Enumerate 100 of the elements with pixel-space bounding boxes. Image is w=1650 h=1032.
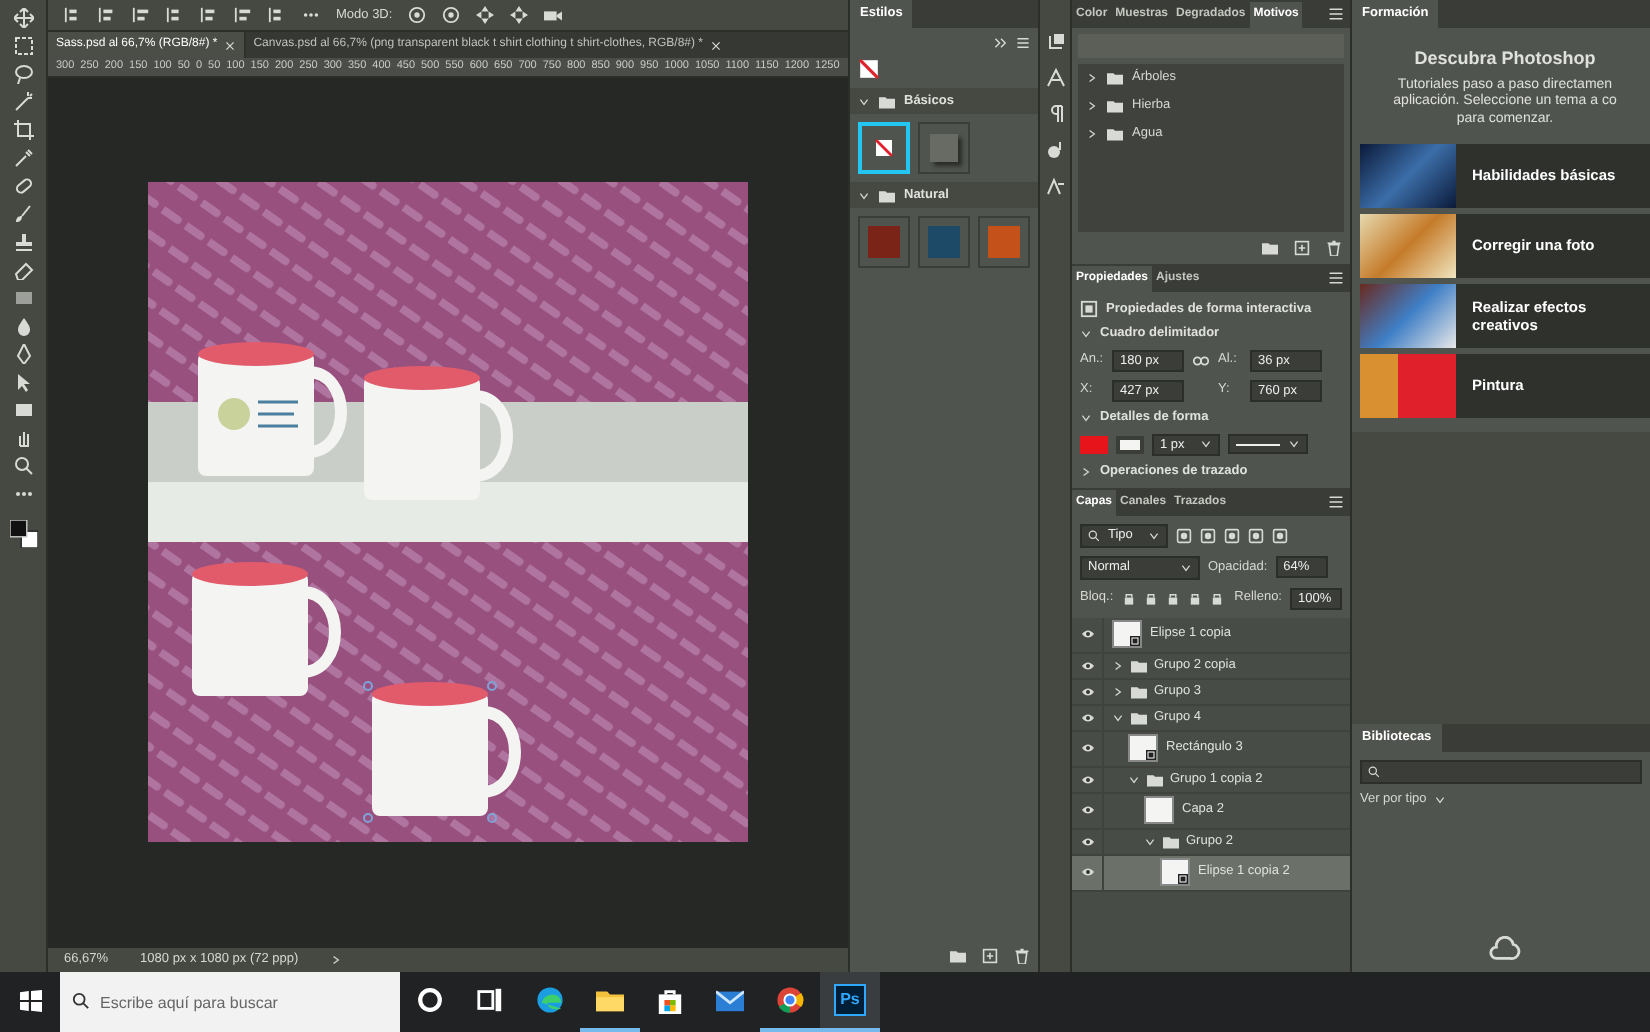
lock-pixels-icon[interactable] — [1121, 591, 1136, 606]
chevron-down-icon[interactable] — [1080, 327, 1092, 340]
new-item-icon[interactable] — [982, 948, 998, 964]
task-view-icon — [476, 986, 504, 1014]
gradient-icon[interactable] — [13, 288, 33, 308]
search-field[interactable]: Escribe aquí para buscar — [60, 972, 400, 1032]
color-swatches-icon[interactable] — [9, 520, 37, 548]
eye-icon[interactable] — [1079, 711, 1095, 724]
cortana-ring-icon — [416, 986, 444, 1014]
align-middle-icon[interactable] — [234, 6, 252, 24]
fill-color-swatch[interactable] — [1080, 435, 1108, 454]
search-icon — [72, 992, 90, 1010]
eye-icon[interactable] — [1079, 866, 1095, 879]
no-style-icon[interactable] — [858, 58, 880, 80]
style-swatch[interactable] — [858, 122, 910, 174]
character-icon[interactable] — [1045, 68, 1065, 88]
panel-menu-icon[interactable] — [1016, 36, 1030, 50]
zoom-icon[interactable] — [13, 456, 33, 476]
path-select-icon[interactable] — [13, 372, 33, 392]
adjustment-filter-icon[interactable] — [1200, 528, 1216, 545]
no-style-icon — [874, 138, 894, 158]
shape-filter-icon[interactable] — [1248, 528, 1264, 545]
type-filter-icon[interactable] — [1224, 528, 1240, 545]
folder-icon[interactable] — [950, 948, 966, 964]
learn-title: Descubra Photoshop — [1412, 48, 1598, 70]
link-icon[interactable] — [1192, 351, 1210, 370]
library-search-field[interactable] — [1360, 760, 1642, 784]
chevron-down-icon[interactable] — [1144, 835, 1156, 848]
trash-icon[interactable] — [1326, 240, 1342, 256]
smart-object-filter-icon[interactable] — [1272, 528, 1288, 545]
chevron-down-icon — [1288, 438, 1301, 451]
close-icon[interactable] — [223, 39, 236, 52]
eye-icon[interactable] — [1079, 835, 1095, 848]
eye-icon[interactable] — [1079, 742, 1095, 755]
eye-icon[interactable] — [1079, 659, 1095, 672]
marquee-icon[interactable] — [13, 36, 33, 56]
chevron-down-icon — [1200, 438, 1213, 451]
style-swatch[interactable] — [918, 216, 970, 268]
camera-icon[interactable] — [544, 6, 563, 24]
chevron-down-icon[interactable] — [858, 189, 870, 201]
paragraph-icon[interactable] — [1045, 104, 1065, 124]
trash-icon[interactable] — [1014, 948, 1030, 964]
text-style-icon[interactable] — [1045, 176, 1065, 196]
shape-badge-icon — [1178, 874, 1188, 885]
edge-logo-icon — [536, 986, 564, 1014]
line-style-dropdown[interactable] — [1228, 434, 1309, 455]
align-right-icon[interactable] — [132, 6, 150, 24]
image-filter-icon[interactable] — [1176, 528, 1192, 545]
panel-menu-icon[interactable] — [1328, 494, 1344, 511]
envelope-icon — [716, 986, 744, 1014]
eye-icon[interactable] — [1079, 773, 1095, 786]
pen-icon[interactable] — [13, 344, 33, 364]
align-center-icon[interactable] — [98, 6, 116, 24]
search-icon — [1088, 530, 1100, 543]
panel-menu-icon[interactable] — [1328, 6, 1344, 22]
stamp-icon[interactable] — [13, 232, 33, 252]
style-swatch[interactable] — [978, 216, 1030, 268]
eye-icon[interactable] — [1079, 628, 1095, 641]
distribute-icon[interactable] — [166, 6, 184, 24]
lock-icon[interactable] — [1209, 591, 1224, 606]
orbit-icon[interactable] — [408, 6, 427, 24]
chevron-down-icon[interactable] — [1080, 411, 1092, 424]
new-item-icon[interactable] — [1294, 240, 1310, 256]
eye-icon[interactable] — [1079, 804, 1095, 817]
chevron-down-icon[interactable] — [858, 95, 870, 107]
chevron-right-icon[interactable] — [1080, 466, 1092, 479]
glyph-icon[interactable] — [1045, 140, 1065, 160]
crop-icon[interactable] — [13, 120, 33, 140]
style-swatch[interactable] — [918, 122, 970, 174]
align-left-icon[interactable] — [64, 6, 82, 24]
hand-icon[interactable] — [13, 428, 33, 448]
align-top-icon[interactable] — [200, 6, 218, 24]
eyedropper-icon[interactable] — [13, 148, 33, 168]
stroke-color-swatch[interactable] — [1116, 435, 1144, 454]
close-icon[interactable] — [709, 39, 721, 52]
folder-icon — [1162, 833, 1180, 850]
lasso-icon[interactable] — [13, 64, 33, 84]
eye-icon[interactable] — [1079, 685, 1095, 698]
search-icon — [1368, 766, 1380, 778]
chevron-right-icon[interactable] — [1086, 100, 1098, 112]
bandage-icon[interactable] — [13, 176, 33, 196]
chevron-down-icon[interactable] — [1112, 711, 1124, 724]
taskbar-app[interactable]: Ps — [820, 972, 880, 1032]
align-bottom-icon[interactable] — [268, 6, 286, 24]
eraser-icon[interactable] — [13, 260, 33, 280]
chevron-right-icon[interactable] — [1112, 685, 1124, 698]
magic-wand-icon[interactable] — [13, 92, 33, 112]
drop-icon[interactable] — [13, 316, 33, 336]
style-swatch[interactable] — [858, 216, 910, 268]
chevron-right-icon[interactable] — [1086, 72, 1098, 84]
folder-icon[interactable] — [1262, 240, 1278, 256]
panel-menu-icon[interactable] — [1328, 270, 1344, 286]
chevron-right-icon[interactable] — [1112, 659, 1124, 672]
history-icon[interactable] — [1045, 32, 1065, 52]
shape-badge-icon — [1130, 636, 1140, 647]
double-chevron-icon[interactable] — [994, 36, 1008, 50]
chevron-down-icon[interactable] — [1128, 773, 1140, 786]
chevron-right-icon[interactable] — [1086, 128, 1098, 140]
rectangle-icon[interactable] — [13, 400, 33, 420]
pan-icon[interactable] — [476, 6, 495, 24]
